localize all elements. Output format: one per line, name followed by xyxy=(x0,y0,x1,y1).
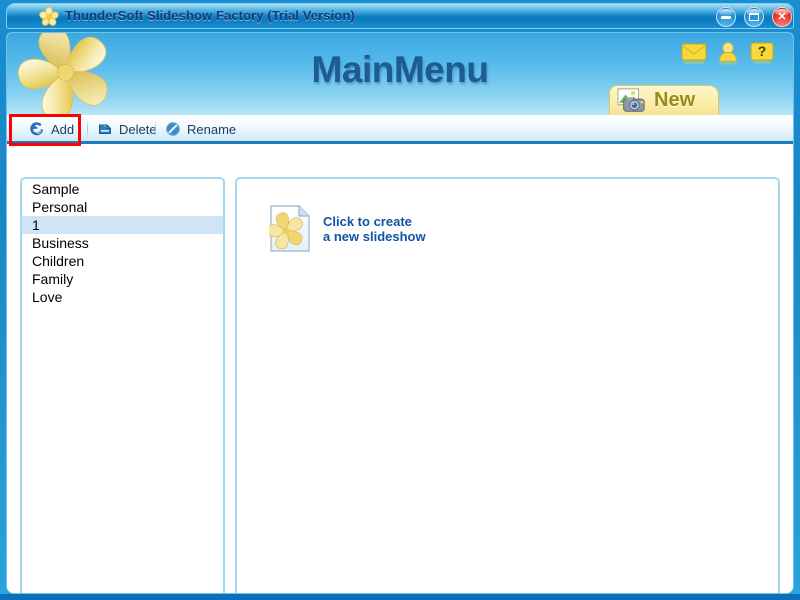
photo-camera-icon xyxy=(617,88,645,112)
maximize-button[interactable] xyxy=(744,7,764,27)
list-item[interactable]: Business xyxy=(22,234,223,252)
header-banner: MainMenu ? New xyxy=(7,33,793,115)
new-slideshow-tab[interactable]: New xyxy=(609,85,719,115)
application-window: ThunderSoft Slideshow Factory (Trial Ver… xyxy=(0,0,800,600)
list-item[interactable]: Sample xyxy=(22,180,223,198)
toolbar: Add Delete Rename xyxy=(7,115,793,144)
new-tab-label: New xyxy=(654,89,696,111)
list-item[interactable]: Family xyxy=(22,270,223,288)
minimize-gloss xyxy=(719,9,733,16)
svg-text:?: ? xyxy=(758,43,767,59)
help-icon[interactable]: ? xyxy=(749,41,775,65)
new-slideshow-document-icon xyxy=(269,205,310,252)
maximize-icon xyxy=(749,13,759,21)
rename-circle-icon xyxy=(165,121,181,137)
window-title: ThunderSoft Slideshow Factory (Trial Ver… xyxy=(65,8,355,23)
list-item[interactable]: Personal xyxy=(22,198,223,216)
list-item-selected[interactable]: 1 xyxy=(22,216,223,234)
rename-button[interactable]: Rename xyxy=(165,119,236,139)
toolbar-separator xyxy=(155,119,156,139)
title-bar[interactable]: ThunderSoft Slideshow Factory (Trial Ver… xyxy=(6,3,794,29)
toolbar-separator xyxy=(87,119,88,139)
delete-button[interactable]: Delete xyxy=(97,119,157,139)
close-button[interactable]: ✕ xyxy=(772,7,792,27)
rename-button-label: Rename xyxy=(187,121,237,137)
add-button-label: Add xyxy=(51,121,75,137)
create-new-slideshow-label: Click to create a new slideshow xyxy=(323,214,426,244)
app-flower-logo-icon xyxy=(39,7,59,26)
minimize-button[interactable] xyxy=(716,7,736,27)
create-new-slideshow-button[interactable]: Click to create a new slideshow xyxy=(269,205,426,253)
mail-icon[interactable] xyxy=(681,41,707,65)
minimize-icon xyxy=(721,16,731,19)
slideshow-content-panel: Click to create a new slideshow xyxy=(235,177,780,593)
circular-arrow-icon xyxy=(29,121,45,137)
add-button[interactable]: Add xyxy=(29,119,74,139)
body-area: Sample Personal 1 Business Children Fami… xyxy=(7,147,793,593)
user-icon[interactable] xyxy=(715,41,741,65)
header-icon-group: ? xyxy=(681,41,775,65)
window-bottom-edge xyxy=(0,594,800,600)
delete-button-label: Delete xyxy=(119,121,157,137)
list-item[interactable]: Children xyxy=(22,252,223,270)
client-area: MainMenu ? New Add Delete Rename Sample … xyxy=(6,32,794,594)
category-list-panel[interactable]: Sample Personal 1 Business Children Fami… xyxy=(20,177,225,593)
list-item[interactable]: Love xyxy=(22,288,223,306)
delete-page-icon xyxy=(97,121,113,137)
category-list: Sample Personal 1 Business Children Fami… xyxy=(22,179,223,306)
close-icon: ✕ xyxy=(777,10,787,23)
